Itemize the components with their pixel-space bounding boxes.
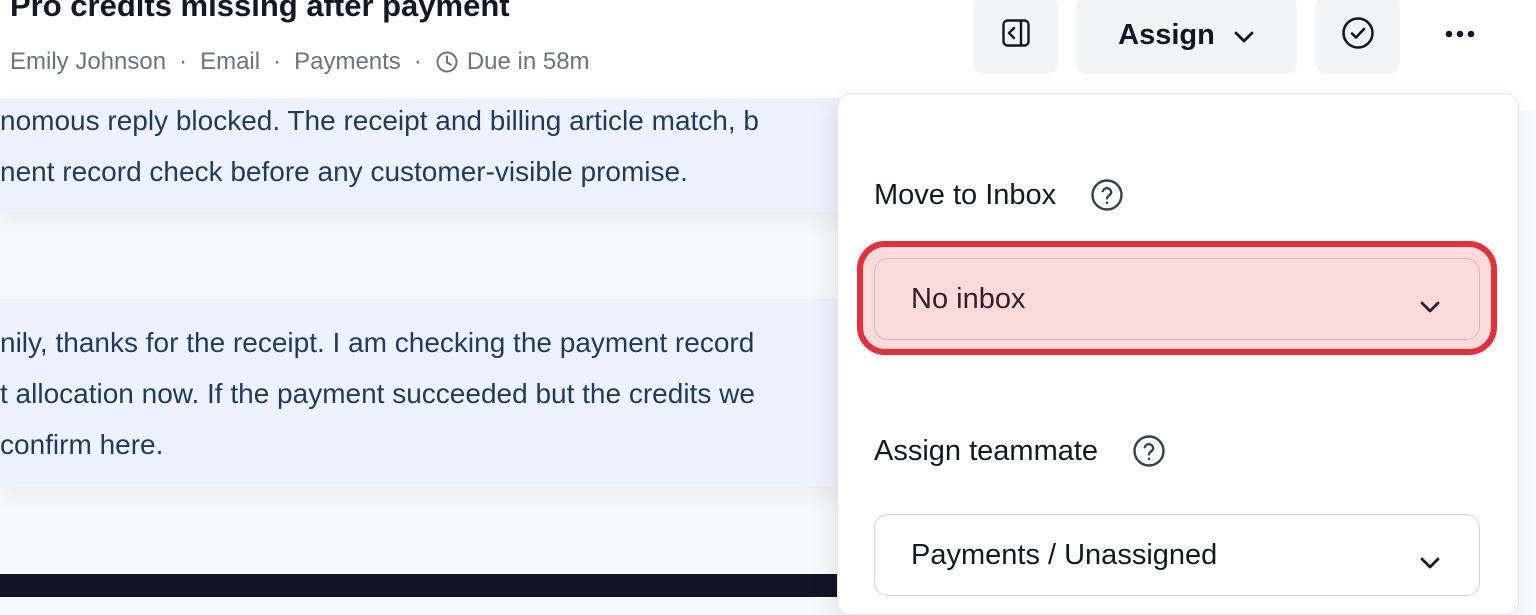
message-line: nily, thanks for the receipt. I am check… <box>0 327 755 358</box>
assign-dropdown-panel: Move to Inbox No inbox Assign teammate P… <box>837 93 1519 615</box>
message-line: t allocation now. If the payment succeed… <box>0 378 755 409</box>
panel-toggle-icon <box>1001 18 1031 53</box>
note-line: nomous reply blocked. The receipt and bi… <box>0 105 759 136</box>
check-circle-icon <box>1341 16 1375 55</box>
inbox-select-value: No inbox <box>911 282 1026 315</box>
chevron-down-icon <box>1419 545 1441 578</box>
conversation-title: Pro credits missing after payment <box>10 0 510 23</box>
customer-name[interactable]: Emily Johnson <box>10 46 166 78</box>
inbox-select[interactable]: No inbox <box>874 258 1480 340</box>
internal-note: nomous reply blocked. The receipt and bi… <box>0 98 860 212</box>
meta-separator: · <box>413 48 422 75</box>
reply-message: nily, thanks for the receipt. I am check… <box>0 299 860 487</box>
more-options-button[interactable] <box>1420 16 1500 52</box>
help-icon[interactable] <box>1132 434 1166 468</box>
chevron-down-icon <box>1419 289 1441 322</box>
composer-bar <box>0 574 860 597</box>
toggle-panel-button[interactable] <box>973 0 1058 74</box>
teammate-select[interactable]: Payments / Unassigned <box>874 514 1480 596</box>
move-to-inbox-label: Move to Inbox <box>874 178 1057 211</box>
note-line: nent record check before any customer-vi… <box>0 156 688 187</box>
assign-button-label: Assign <box>1118 18 1215 51</box>
message-line: confirm here. <box>0 429 164 460</box>
assign-button[interactable]: Assign <box>1076 0 1297 74</box>
meta-separator: · <box>179 48 188 75</box>
teammate-select-value: Payments / Unassigned <box>911 538 1218 571</box>
resolve-button[interactable] <box>1315 0 1400 74</box>
assign-teammate-label-row: Assign teammate <box>874 434 1166 468</box>
channel-label: Email <box>200 48 261 75</box>
more-horizontal-icon <box>1445 25 1475 43</box>
meta-separator: · <box>273 48 282 75</box>
assign-teammate-label: Assign teammate <box>874 434 1099 467</box>
clock-icon <box>435 50 459 74</box>
conversation-meta: Emily Johnson · Email · Payments · Due i… <box>10 46 590 78</box>
category-label: Payments <box>294 48 401 75</box>
move-to-inbox-label-row: Move to Inbox <box>874 178 1124 212</box>
chevron-down-icon <box>1233 19 1255 52</box>
help-icon[interactable] <box>1090 178 1124 212</box>
due-label: Due in 58m <box>466 48 590 75</box>
